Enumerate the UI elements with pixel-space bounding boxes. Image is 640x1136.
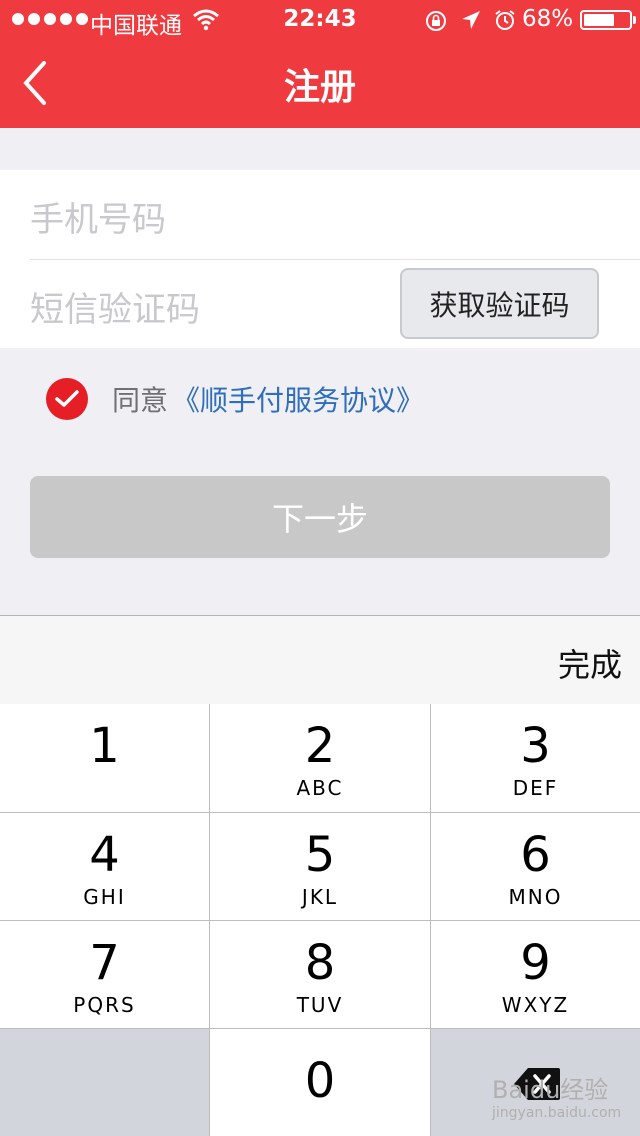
- done-button[interactable]: 完成: [558, 640, 622, 686]
- keyboard-toolbar: 完成: [0, 615, 640, 704]
- agreement-checkbox[interactable]: [46, 378, 88, 420]
- key-1[interactable]: 1: [0, 704, 209, 812]
- page-title: 注册: [283, 67, 356, 108]
- sms-code-input[interactable]: 短信验证码: [30, 282, 200, 331]
- agreement-row: 同意 《顺手付服务协议》: [46, 378, 424, 420]
- next-button[interactable]: 下一步: [30, 476, 610, 558]
- key-5[interactable]: 5 JKL: [210, 813, 430, 920]
- baidu-watermark: Baidu经验 jingyan.baidu.com: [492, 1076, 622, 1121]
- phone-input[interactable]: 手机号码: [30, 192, 166, 241]
- alarm-icon: [494, 9, 516, 39]
- checkmark-icon: [55, 390, 79, 407]
- agreement-label: 同意: [112, 384, 169, 417]
- key-7[interactable]: 7 PQRS: [0, 921, 209, 1028]
- register-form: 手机号码 短信验证码 获取验证码: [0, 170, 640, 348]
- status-bar: 中国联通 22:43 68%: [0, 0, 640, 40]
- key-4[interactable]: 4 GHI: [0, 813, 209, 920]
- get-code-button[interactable]: 获取验证码: [400, 268, 599, 339]
- rotation-lock-icon: [424, 9, 448, 39]
- divider: [30, 259, 640, 260]
- battery-icon: [580, 10, 632, 30]
- key-empty: [0, 1029, 209, 1136]
- key-8[interactable]: 8 TUV: [210, 921, 430, 1028]
- key-3[interactable]: 3 DEF: [431, 704, 640, 812]
- location-icon: [460, 9, 482, 39]
- battery-percentage: 68%: [522, 6, 574, 32]
- agreement-link[interactable]: 《顺手付服务协议》: [172, 379, 424, 419]
- key-2[interactable]: 2 ABC: [210, 704, 430, 812]
- key-6[interactable]: 6 MNO: [431, 813, 640, 920]
- top-bar: 中国联通 22:43 68% 注册: [0, 0, 640, 128]
- key-9[interactable]: 9 WXYZ: [431, 921, 640, 1028]
- key-0[interactable]: 0: [210, 1029, 430, 1136]
